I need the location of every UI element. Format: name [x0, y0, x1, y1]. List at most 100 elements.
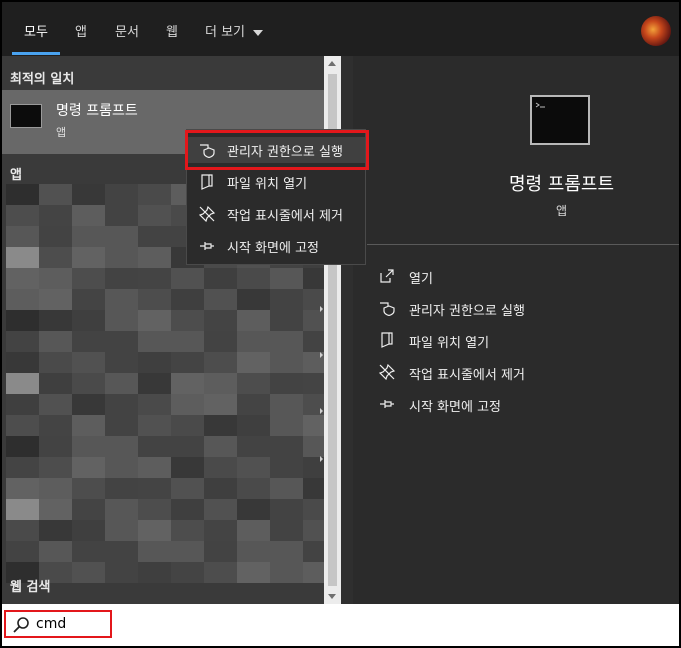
blurred-block [138, 394, 171, 415]
blurred-block [204, 352, 237, 373]
blurred-block [204, 457, 237, 478]
blurred-block [303, 562, 324, 583]
blurred-block [39, 268, 72, 289]
blurred-block [204, 289, 237, 310]
blurred-block [270, 373, 303, 394]
menu-highlight-box [185, 130, 369, 170]
blurred-block [105, 247, 138, 268]
tab-more-label: 더 보기 [205, 25, 246, 40]
blurred-block [72, 289, 105, 310]
blurred-block [72, 457, 105, 478]
blurred-block [72, 205, 105, 226]
blurred-block [6, 310, 39, 331]
menu-item-pin-start[interactable]: 시작 화면에 고정 [187, 233, 365, 259]
blurred-block [105, 310, 138, 331]
action-run-as-admin[interactable]: 관리자 권한으로 실행 [379, 298, 659, 320]
blurred-block [171, 457, 204, 478]
user-avatar[interactable] [641, 16, 671, 46]
blurred-block [72, 541, 105, 562]
apps-header: 앱 [10, 168, 22, 183]
blurred-block [39, 331, 72, 352]
blurred-block [237, 268, 270, 289]
blurred-block [6, 436, 39, 457]
blurred-block [138, 205, 171, 226]
blurred-block [237, 562, 270, 583]
preview-subtitle: 앱 [555, 204, 568, 218]
blurred-block [171, 415, 204, 436]
blurred-block [237, 331, 270, 352]
chevron-down-icon [253, 29, 264, 36]
blurred-block [204, 310, 237, 331]
blurred-block [204, 562, 237, 583]
menu-item-unpin-taskbar[interactable]: 작업 표시줄에서 제거 [187, 201, 365, 227]
blurred-block [72, 436, 105, 457]
blurred-block [171, 289, 204, 310]
blurred-block [39, 247, 72, 268]
blurred-block [270, 436, 303, 457]
blurred-block [237, 415, 270, 436]
blurred-block [270, 520, 303, 541]
blurred-block [270, 541, 303, 562]
tab-apps[interactable]: 앱 [75, 21, 87, 40]
blurred-block [105, 457, 138, 478]
blurred-block [237, 499, 270, 520]
blurred-block [171, 268, 204, 289]
scroll-down-arrow-icon[interactable] [328, 594, 336, 599]
blurred-block [138, 352, 171, 373]
blurred-block [39, 226, 72, 247]
blurred-block [105, 373, 138, 394]
web-search-header: 웹 검색 [10, 580, 51, 595]
blurred-block [138, 562, 171, 583]
tab-all[interactable]: 모두 [24, 21, 48, 40]
search-box[interactable] [2, 604, 679, 646]
blurred-block [105, 562, 138, 583]
action-open[interactable]: 열기 [379, 266, 659, 288]
tab-web[interactable]: 웹 [166, 21, 178, 40]
blurred-block [105, 184, 138, 205]
blurred-block [237, 520, 270, 541]
blurred-block [138, 226, 171, 247]
blurred-block [6, 184, 39, 205]
blurred-block [6, 499, 39, 520]
tab-more[interactable]: 더 보기 [205, 21, 264, 40]
blurred-block [204, 268, 237, 289]
blurred-block [105, 499, 138, 520]
blurred-block [105, 205, 138, 226]
blurred-block [237, 310, 270, 331]
action-open-file-location[interactable]: 파일 위치 열기 [379, 330, 659, 352]
blurred-block [105, 415, 138, 436]
blurred-block [39, 478, 72, 499]
blurred-block [270, 499, 303, 520]
start-search-window: 모두 앱 문서 웹 더 보기 최적의 일치 명령 프롬프트 앱 앱 웹 검색 명… [0, 0, 681, 648]
blurred-block [6, 373, 39, 394]
blurred-block [39, 205, 72, 226]
blurred-block [270, 394, 303, 415]
blurred-block [138, 331, 171, 352]
blurred-block [237, 373, 270, 394]
action-pin-start[interactable]: 시작 화면에 고정 [379, 394, 659, 416]
blurred-block [72, 499, 105, 520]
preview-divider [367, 244, 679, 245]
blurred-block [6, 226, 39, 247]
menu-item-open-file-location[interactable]: 파일 위치 열기 [187, 169, 365, 195]
blurred-block [270, 562, 303, 583]
blurred-block [171, 331, 204, 352]
blurred-block [237, 352, 270, 373]
blurred-block [138, 457, 171, 478]
blurred-block [72, 226, 105, 247]
blurred-block [204, 415, 237, 436]
blurred-block [72, 331, 105, 352]
command-prompt-icon [530, 95, 590, 145]
action-unpin-taskbar[interactable]: 작업 표시줄에서 제거 [379, 362, 659, 384]
blurred-block [171, 352, 204, 373]
blurred-block [105, 541, 138, 562]
blurred-block [39, 184, 72, 205]
tab-documents[interactable]: 문서 [115, 21, 139, 40]
blurred-block [270, 310, 303, 331]
blurred-block [138, 247, 171, 268]
blurred-block [204, 520, 237, 541]
context-menu: 관리자 권한으로 실행 파일 위치 열기 작업 표시줄에서 제거 시작 화면에 … [185, 129, 369, 265]
scroll-up-arrow-icon[interactable] [328, 61, 336, 66]
file-location-icon [201, 174, 213, 190]
blurred-block [138, 541, 171, 562]
